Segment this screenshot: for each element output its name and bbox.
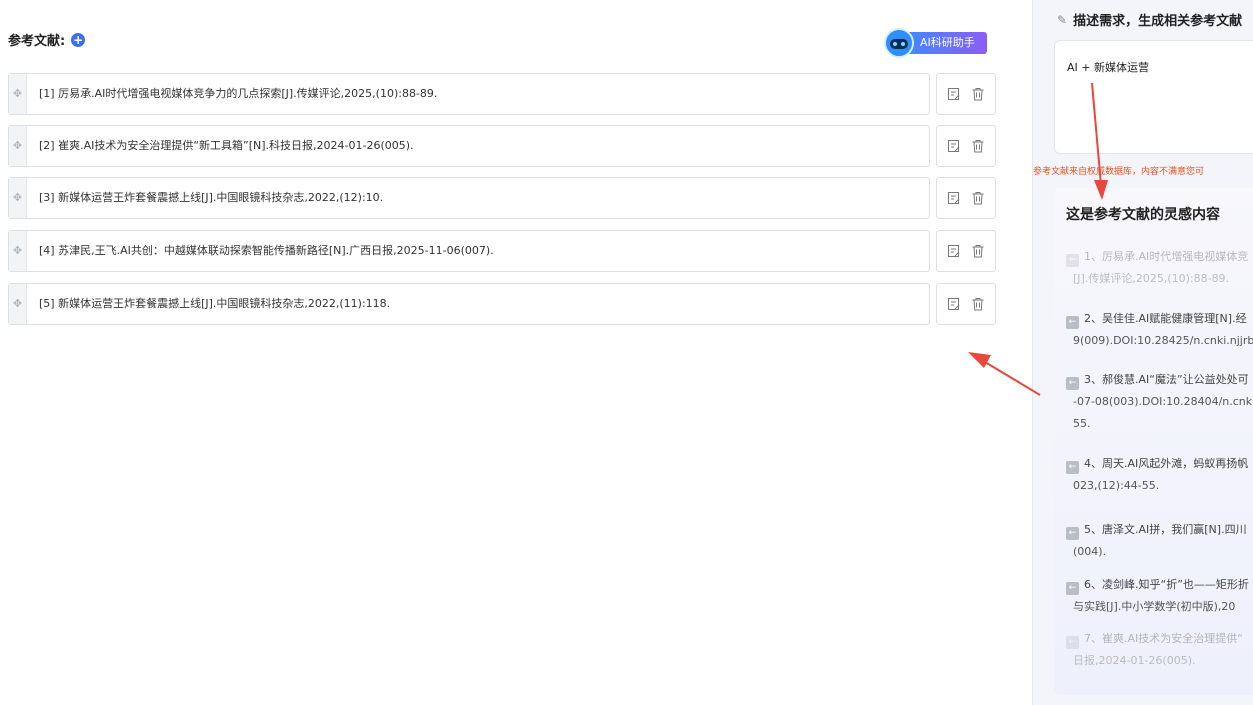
robot-icon bbox=[884, 28, 914, 58]
insert-arrow-icon[interactable]: ← bbox=[1066, 527, 1079, 540]
reference-text[interactable]: [3] 新媒体运营王炸套餐震撼上线[J].中国眼镜科技杂志,2022,(12):… bbox=[39, 178, 383, 218]
reference-field[interactable]: ✥ [5] 新媒体运营王炸套餐震撼上线[J].中国眼镜科技杂志,2022,(11… bbox=[8, 283, 930, 325]
delete-icon[interactable] bbox=[971, 297, 985, 311]
inspiration-item[interactable]: ← 3、郝俊慧.AI“魔法”让公益处处可 -07-08(003).DOI:10.2… bbox=[1066, 369, 1253, 435]
annotation-arrow-left bbox=[968, 352, 991, 368]
references-title: 参考文献: bbox=[8, 34, 66, 49]
insert-arrow-icon[interactable]: ← bbox=[1066, 254, 1079, 267]
reference-actions bbox=[936, 230, 996, 272]
reference-row: ✥ [1] 厉易承.AI时代增强电视媒体竞争力的几点探索[J].传媒评论,202… bbox=[8, 73, 998, 115]
edit-icon[interactable] bbox=[947, 244, 961, 258]
reference-text[interactable]: [5] 新媒体运营王炸套餐震撼上线[J].中国眼镜科技杂志,2022,(11):… bbox=[39, 284, 390, 324]
reference-field[interactable]: ✥ [1] 厉易承.AI时代增强电视媒体竞争力的几点探索[J].传媒评论,202… bbox=[8, 73, 930, 115]
drag-handle-icon[interactable]: ✥ bbox=[9, 178, 27, 218]
reference-field[interactable]: ✥ [3] 新媒体运营王炸套餐震撼上线[J].中国眼镜科技杂志,2022,(12… bbox=[8, 177, 930, 219]
inspiration-item[interactable]: ← 7、崔爽.AI技术为安全治理提供“ 日报,2024-01-26(005). bbox=[1066, 628, 1243, 672]
inspiration-item[interactable]: ← 2、吴佳佳.AI赋能健康管理[N].经 9(009).DOI:10.28425… bbox=[1066, 308, 1253, 352]
ai-assistant-button[interactable]: AI科研助手 bbox=[884, 28, 987, 58]
request-heading: ✎ 描述需求，生成相关参考文献 bbox=[1057, 10, 1243, 30]
reference-row: ✥ [2] 崔爽.AI技术为安全治理提供“新工具箱”[N].科技日报,2024-… bbox=[8, 125, 998, 167]
reference-field[interactable]: ✥ [2] 崔爽.AI技术为安全治理提供“新工具箱”[N].科技日报,2024-… bbox=[8, 125, 930, 167]
insert-arrow-icon[interactable]: ← bbox=[1066, 461, 1079, 474]
reference-actions bbox=[936, 283, 996, 325]
inspiration-card: 这是参考文献的灵感内容 ← 1、厉易承.AI时代增强电视媒体竞 [J].传媒评论,… bbox=[1054, 188, 1253, 695]
reference-text[interactable]: [2] 崔爽.AI技术为安全治理提供“新工具箱”[N].科技日报,2024-01… bbox=[39, 126, 414, 166]
reference-row: ✥ [5] 新媒体运营王炸套餐震撼上线[J].中国眼镜科技杂志,2022,(11… bbox=[8, 283, 998, 325]
drag-handle-icon[interactable]: ✥ bbox=[9, 284, 27, 324]
source-notice: 参考文献来自权威数据库，内容不满意您可 bbox=[1033, 167, 1205, 177]
generator-panel: ✎ 描述需求，生成相关参考文献 AI + 新媒体运营 参考文献来自权威数据库，内… bbox=[1032, 0, 1253, 705]
add-reference-plus-icon[interactable]: + bbox=[71, 32, 86, 47]
reference-field[interactable]: ✥ [4] 苏津民,王飞.AI共创：中越媒体联动探索智能传播新路径[N].广西日… bbox=[8, 230, 930, 272]
insert-arrow-icon[interactable]: ← bbox=[1066, 377, 1079, 390]
reference-actions bbox=[936, 177, 996, 219]
inspiration-item[interactable]: ← 1、厉易承.AI时代增强电视媒体竞 [J].传媒评论,2025,(10):88… bbox=[1066, 246, 1248, 290]
inspiration-item[interactable]: ← 5、唐泽文.AI拼，我们赢[N].四川 (004). bbox=[1066, 519, 1247, 563]
reference-text[interactable]: [1] 厉易承.AI时代增强电视媒体竞争力的几点探索[J].传媒评论,2025,… bbox=[39, 74, 437, 114]
reference-row: ✥ [4] 苏津民,王飞.AI共创：中越媒体联动探索智能传播新路径[N].广西日… bbox=[8, 230, 998, 272]
delete-icon[interactable] bbox=[971, 139, 985, 153]
page: 参考文献: + AI科研助手 ✥ [1] 厉易承.AI时代增强电视媒体竞争力的几… bbox=[0, 0, 1253, 705]
inspiration-item[interactable]: ← 4、周天.AI风起外滩，蚂蚁再扬帆 023,(12):44-55. bbox=[1066, 453, 1248, 497]
drag-handle-icon[interactable]: ✥ bbox=[9, 74, 27, 114]
edit-icon[interactable] bbox=[947, 87, 961, 101]
delete-icon[interactable] bbox=[971, 191, 985, 205]
edit-icon[interactable] bbox=[947, 139, 961, 153]
reference-actions bbox=[936, 125, 996, 167]
pencil-icon: ✎ bbox=[1057, 12, 1068, 27]
delete-icon[interactable] bbox=[971, 87, 985, 101]
request-textarea[interactable]: AI + 新媒体运营 bbox=[1054, 40, 1253, 154]
reference-actions bbox=[936, 73, 996, 115]
inspiration-item[interactable]: ← 6、凌剑峰.知乎“折”也——矩形折 与实践[J].中小学数学(初中版),20 bbox=[1066, 574, 1249, 618]
delete-icon[interactable] bbox=[971, 244, 985, 258]
edit-icon[interactable] bbox=[947, 191, 961, 205]
request-text[interactable]: AI + 新媒体运营 bbox=[1067, 59, 1149, 75]
insert-arrow-icon[interactable]: ← bbox=[1066, 582, 1079, 595]
reference-row: ✥ [3] 新媒体运营王炸套餐震撼上线[J].中国眼镜科技杂志,2022,(12… bbox=[8, 177, 998, 219]
drag-handle-icon[interactable]: ✥ bbox=[9, 126, 27, 166]
reference-text[interactable]: [4] 苏津民,王飞.AI共创：中越媒体联动探索智能传播新路径[N].广西日报,… bbox=[39, 231, 494, 271]
inspiration-title: 这是参考文献的灵感内容 bbox=[1066, 207, 1220, 223]
references-header: 参考文献: + bbox=[8, 30, 86, 49]
edit-icon[interactable] bbox=[947, 297, 961, 311]
ai-assistant-label[interactable]: AI科研助手 bbox=[902, 32, 987, 54]
insert-arrow-icon[interactable]: ← bbox=[1066, 636, 1079, 649]
insert-arrow-icon[interactable]: ← bbox=[1066, 316, 1079, 329]
request-title: 描述需求，生成相关参考文献 bbox=[1073, 14, 1243, 29]
drag-handle-icon[interactable]: ✥ bbox=[9, 231, 27, 271]
